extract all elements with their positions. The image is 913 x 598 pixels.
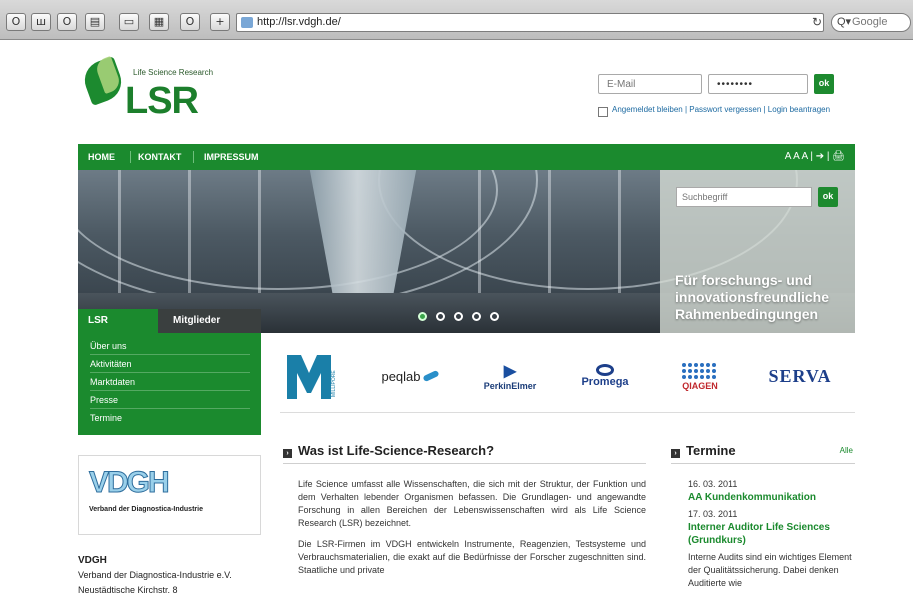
promega-label: Promega — [581, 376, 629, 388]
password-field[interactable] — [708, 74, 808, 94]
event-description: Interne Audits sind ein wichtiges Elemen… — [688, 552, 852, 588]
qiagen-label: QIAGEN — [682, 381, 718, 391]
event-title-link[interactable]: Interner Auditor Life Sciences (Grundkur… — [688, 521, 858, 547]
slider-dots — [418, 308, 508, 326]
reader-button[interactable]: ▤ — [85, 13, 105, 31]
site-search-ok-button[interactable]: ok — [818, 187, 838, 207]
browser-search-placeholder: Google — [852, 16, 888, 28]
logo-subtitle: Life Science Research — [133, 68, 214, 77]
left-menu: Über uns Aktivitäten Marktdaten Presse T… — [78, 333, 261, 435]
nav-impressum[interactable]: IMPRESSUM — [204, 144, 259, 170]
qiagen-dots-icon — [682, 363, 716, 379]
url-text: http://lsr.vdgh.de/ — [257, 16, 341, 28]
lsr-logo[interactable]: Life Science Research LSR — [79, 55, 225, 126]
vdgh-logo: VDGH — [89, 466, 171, 500]
menu-item-marktdaten[interactable]: Marktdaten — [90, 373, 250, 391]
menu-item-aktivitaeten[interactable]: Aktivitäten — [90, 355, 250, 373]
back-button[interactable]: O — [6, 13, 26, 31]
pipette-icon — [421, 369, 440, 383]
url-bar[interactable]: http://lsr.vdgh.de/ — [236, 13, 824, 32]
article-title: Was ist Life-Science-Research? — [298, 443, 495, 458]
termine-list: 16. 03. 2011 AA Kundenkommunikation 17. … — [688, 476, 858, 590]
vdgh-address: VDGH Verband der Diagnostica-Industrie e… — [78, 553, 232, 598]
perkinelmer-mark-icon: ▶ — [503, 363, 517, 380]
tab-mitglieder[interactable]: Mitglieder — [158, 309, 261, 333]
stay-logged-in-checkbox[interactable] — [598, 107, 608, 117]
email-field[interactable] — [598, 74, 702, 94]
tab-lsr[interactable]: LSR — [78, 309, 158, 333]
peqlab-label: peqlab — [381, 368, 421, 384]
font-size-tools[interactable]: A A A | ➔ | 🖨 — [785, 144, 845, 170]
web-page: Life Science Research LSR ok Angemeldet … — [0, 41, 913, 597]
promega-logo[interactable]: Promega — [570, 351, 640, 401]
slider-dot[interactable] — [436, 312, 445, 321]
address-line: Verband der Diagnostica-Industrie e.V. — [78, 570, 232, 580]
window-button[interactable]: ▭ — [119, 13, 139, 31]
termine-heading: › Termine Alle — [671, 438, 855, 464]
event-title-link[interactable]: AA Kundenkommunikation — [688, 491, 858, 504]
hero-claim: Für forschungs- und innovationsfreundlic… — [675, 272, 830, 322]
nav-kontakt[interactable]: KONTAKT — [138, 144, 181, 170]
address-name: VDGH — [78, 555, 107, 566]
arrow-bullet-icon: › — [671, 449, 680, 458]
article-body: Life Science umfasst alle Wissenschaften… — [298, 478, 646, 585]
event-date: 17. 03. 2011 — [688, 509, 738, 519]
login-ok-button[interactable]: ok — [814, 74, 834, 94]
browser-search-input[interactable]: Q▾ Google — [831, 13, 911, 32]
article-heading: › Was ist Life-Science-Research? — [283, 438, 646, 464]
millipore-label: MILLIPORE — [331, 370, 337, 397]
nav-divider — [193, 151, 194, 163]
article-paragraph: Life Science umfasst alle Wissenschaften… — [298, 479, 646, 528]
logo-wordmark: LSR — [125, 80, 199, 122]
login-links[interactable]: Angemeldet bleiben | Passwort vergessen … — [612, 105, 830, 114]
site-search-input[interactable] — [676, 187, 812, 207]
main-nav: HOME KONTAKT IMPRESSUM A A A | ➔ | 🖨 — [78, 144, 855, 170]
menu-item-termine[interactable]: Termine — [90, 409, 250, 427]
favicon-icon — [241, 17, 253, 28]
perkinelmer-label: PerkinElmer — [483, 381, 537, 391]
event-date: 16. 03. 2011 — [688, 479, 738, 489]
menu-item-ueber-uns[interactable]: Über uns — [90, 337, 250, 355]
serva-logo[interactable]: SERVA — [755, 351, 845, 401]
promega-mark-icon — [596, 364, 614, 376]
perkinelmer-logo[interactable]: ▶ PerkinElmer — [470, 351, 550, 401]
reload-icon[interactable]: ↻ — [810, 14, 824, 30]
search-icon: Q▾ — [837, 16, 852, 28]
all-events-link[interactable]: Alle — [840, 438, 853, 464]
arrow-bullet-icon: › — [283, 449, 292, 458]
address-line: Neustädtische Kirchstr. 8 — [78, 585, 178, 595]
extension-button[interactable]: O — [180, 13, 200, 31]
nav-home[interactable]: HOME — [88, 144, 115, 170]
article-paragraph: Die LSR-Firmen im VDGH entwickeln Instru… — [298, 539, 646, 575]
slider-dot[interactable] — [454, 312, 463, 321]
partner-logos: MILLIPORE peqlab ▶ PerkinElmer Promega Q… — [280, 341, 855, 413]
menu-item-presse[interactable]: Presse — [90, 391, 250, 409]
history-button[interactable]: O — [57, 13, 77, 31]
vdgh-logo-box[interactable]: VDGH Verband der Diagnostica-Industrie — [78, 455, 261, 535]
nav-divider — [130, 151, 131, 163]
left-tabs: LSR Mitglieder — [78, 309, 261, 333]
slider-dot[interactable] — [490, 312, 499, 321]
peqlab-logo[interactable]: peqlab — [370, 351, 450, 401]
millipore-logo[interactable]: MILLIPORE — [285, 351, 345, 401]
add-button[interactable]: + — [210, 13, 230, 31]
termine-title: Termine — [686, 443, 736, 458]
browser-toolbar: O ш O ▤ ▭ ▦ O + http://lsr.vdgh.de/ ↻ Q▾… — [0, 0, 913, 40]
slider-dot[interactable] — [418, 312, 427, 321]
qiagen-logo[interactable]: QIAGEN — [670, 351, 730, 401]
vdgh-logo-subtitle: Verband der Diagnostica-Industrie — [89, 506, 203, 513]
grid-button[interactable]: ▦ — [149, 13, 169, 31]
slider-dot[interactable] — [472, 312, 481, 321]
bookmarks-button[interactable]: ш — [31, 13, 51, 31]
serva-label: SERVA — [768, 365, 832, 386]
